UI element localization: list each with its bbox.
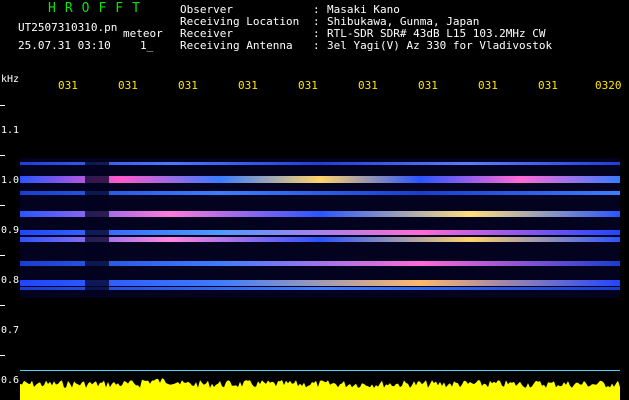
- axis-tick: [0, 205, 5, 206]
- time-label: 031: [298, 79, 318, 92]
- axis-tick: [0, 255, 5, 256]
- frequency-label: 0.6: [1, 375, 20, 386]
- noise-trace-graph: [20, 378, 620, 400]
- signal-band: [20, 280, 620, 286]
- file-name: UT2507310310.pn: [18, 21, 118, 34]
- signal-band: [20, 191, 620, 195]
- signal-band: [20, 176, 620, 183]
- info-label: Receiving Antenna: [180, 39, 293, 52]
- time-label: 031: [418, 79, 438, 92]
- axis-tick: [0, 155, 5, 156]
- time-label: 031: [178, 79, 198, 92]
- time-label: 031: [238, 79, 258, 92]
- frequency-label: 0.8: [1, 275, 20, 286]
- hrofft-window: HROFFT UT2507310310.pn meteor 25.07.31 0…: [0, 0, 629, 400]
- info-separator: :: [313, 39, 320, 52]
- signal-band: [20, 287, 620, 290]
- frequency-label: 1.0: [1, 175, 20, 186]
- spectrogram: [20, 158, 620, 298]
- time-label: 031: [358, 79, 378, 92]
- axis-tick: [0, 305, 5, 306]
- page-indicator: 1_: [140, 39, 154, 52]
- app-title: HROFFT: [48, 1, 149, 16]
- time-label: 031: [58, 79, 78, 92]
- frequency-label: 0.7: [1, 325, 20, 336]
- time-label: 031: [478, 79, 498, 92]
- datetime: 25.07.31 03:10: [18, 39, 111, 52]
- signal-band: [20, 230, 620, 235]
- axis-tick: [0, 355, 5, 356]
- time-label: 0320: [595, 79, 622, 92]
- signal-band: [20, 162, 620, 165]
- frequency-label: 1.1: [1, 125, 20, 136]
- info-value: 3el Yagi(V) Az 330 for Vladivostok: [327, 39, 553, 52]
- time-label: 031: [538, 79, 558, 92]
- frequency-unit-label: kHz: [1, 74, 20, 85]
- signal-gap: [85, 158, 109, 298]
- time-label: 031: [118, 79, 138, 92]
- frequency-label: 0.9: [1, 225, 20, 236]
- signal-band: [20, 211, 620, 217]
- noise-trace-fill: [20, 378, 620, 400]
- axis-tick: [0, 105, 5, 106]
- noise-level-trace: [20, 370, 620, 400]
- signal-band: [20, 237, 620, 242]
- signal-band: [20, 261, 620, 266]
